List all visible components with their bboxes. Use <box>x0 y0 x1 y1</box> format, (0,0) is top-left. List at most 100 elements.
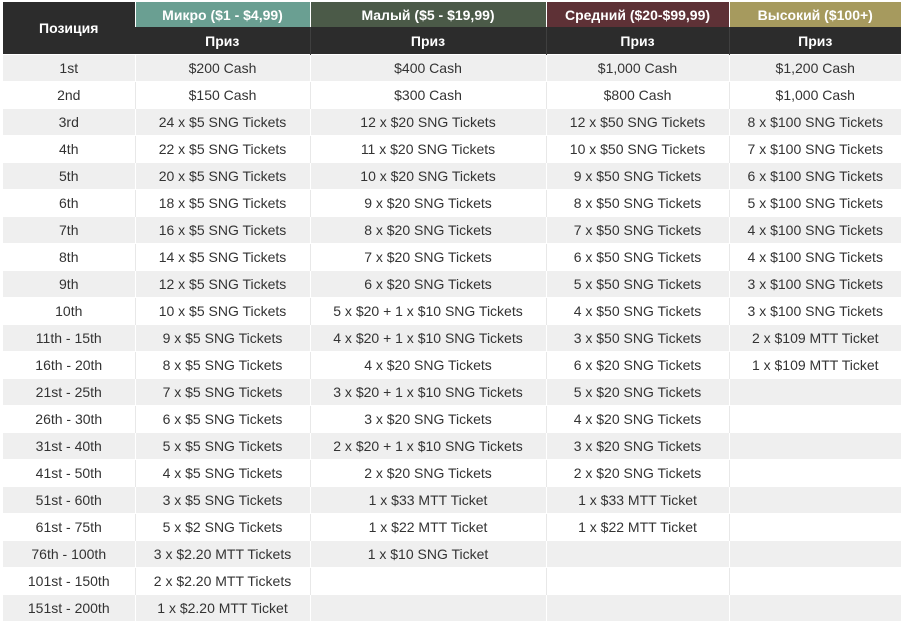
micro-prize-cell: 10 x $5 SNG Tickets <box>134 297 310 325</box>
small-prize-cell: 3 x $20 + 1 x $10 SNG Tickets <box>309 378 546 406</box>
high-prize-cell <box>728 540 901 568</box>
small-prize-cell: 4 x $20 SNG Tickets <box>309 351 546 379</box>
medium-prize-cell: 3 x $50 SNG Tickets <box>545 324 729 352</box>
high-prize-cell <box>728 567 901 595</box>
position-cell: 6th <box>3 189 135 217</box>
prize-subheader: Приз <box>309 27 546 55</box>
table-row: 2nd $150 Cash $300 Cash $800 Cash $1,000 Cas… <box>3 81 901 109</box>
high-prize-cell <box>728 459 901 487</box>
medium-prize-cell: $800 Cash <box>545 81 729 109</box>
table-row: 1st $200 Cash $400 Cash $1,000 Cash $1,200 C… <box>3 54 901 82</box>
high-prize-cell <box>728 378 901 406</box>
micro-prize-cell: 6 x $5 SNG Tickets <box>134 405 310 433</box>
position-column-header: Позиция <box>3 2 135 55</box>
high-prize-cell: 4 x $100 SNG Tickets <box>728 243 901 271</box>
small-prize-cell: 2 x $20 + 1 x $10 SNG Tickets <box>309 432 546 460</box>
medium-prize-cell: $1,000 Cash <box>545 54 729 82</box>
position-cell: 5th <box>3 162 135 190</box>
medium-prize-cell: 3 x $20 SNG Tickets <box>545 432 729 460</box>
medium-prize-cell: 10 x $50 SNG Tickets <box>545 135 729 163</box>
high-prize-cell: 7 x $100 SNG Tickets <box>728 135 901 163</box>
table-row: 26th - 30th 6 x $5 SNG Tickets 3 x $20 SNG… <box>3 405 901 433</box>
position-cell: 3rd <box>3 108 135 136</box>
medium-prize-cell: 1 x $22 MTT Ticket <box>545 513 729 541</box>
micro-prize-cell: 22 x $5 SNG Tickets <box>134 135 310 163</box>
position-cell: 61st - 75th <box>3 513 135 541</box>
micro-prize-cell: 12 x $5 SNG Tickets <box>134 270 310 298</box>
medium-prize-cell: 7 x $50 SNG Tickets <box>545 216 729 244</box>
table-row: 3rd 24 x $5 SNG Tickets 12 x $20 SNG Ticke… <box>3 108 901 136</box>
medium-prize-cell <box>545 567 729 595</box>
prize-table: Позиция Микро ($1 - $4,99) Малый ($5 - $… <box>3 2 901 621</box>
small-prize-cell: 6 x $20 SNG Tickets <box>309 270 546 298</box>
medium-prize-cell: 1 x $33 MTT Ticket <box>545 486 729 514</box>
position-cell: 51st - 60th <box>3 486 135 514</box>
micro-prize-cell: 1 x $2.20 MTT Ticket <box>134 594 310 621</box>
micro-prize-cell: 9 x $5 SNG Tickets <box>134 324 310 352</box>
small-prize-cell <box>309 594 546 621</box>
medium-prize-cell: 5 x $20 SNG Tickets <box>545 378 729 406</box>
medium-prize-cell: 5 x $50 SNG Tickets <box>545 270 729 298</box>
table-row: 7th 16 x $5 SNG Tickets 8 x $20 SNG Ticket… <box>3 216 901 244</box>
small-prize-cell: 8 x $20 SNG Tickets <box>309 216 546 244</box>
small-prize-cell: 1 x $10 SNG Ticket <box>309 540 546 568</box>
micro-prize-cell: 8 x $5 SNG Tickets <box>134 351 310 379</box>
medium-prize-cell <box>545 540 729 568</box>
micro-prize-cell: 5 x $2 SNG Tickets <box>134 513 310 541</box>
micro-prize-cell: 14 x $5 SNG Tickets <box>134 243 310 271</box>
position-cell: 16th - 20th <box>3 351 135 379</box>
high-prize-cell <box>728 486 901 514</box>
micro-prize-cell: 18 x $5 SNG Tickets <box>134 189 310 217</box>
table-row: 8th 14 x $5 SNG Tickets 7 x $20 SNG Ticket… <box>3 243 901 271</box>
small-prize-cell: 4 x $20 + 1 x $10 SNG Tickets <box>309 324 546 352</box>
prize-subheader-row: Приз Приз Приз Приз <box>3 27 901 55</box>
medium-prize-cell <box>545 594 729 621</box>
high-prize-cell <box>728 432 901 460</box>
table-row: 11th - 15th 9 x $5 SNG Tickets 4 x $20 + 1… <box>3 324 901 352</box>
table-row: 5th 20 x $5 SNG Tickets 10 x $20 SNG Ticke… <box>3 162 901 190</box>
position-cell: 2nd <box>3 81 135 109</box>
table-row: 101st - 150th 2 x $2.20 MTT Tickets <box>3 567 901 595</box>
micro-prize-cell: 2 x $2.20 MTT Tickets <box>134 567 310 595</box>
position-cell: 31st - 40th <box>3 432 135 460</box>
micro-prize-cell: 7 x $5 SNG Tickets <box>134 378 310 406</box>
position-cell: 7th <box>3 216 135 244</box>
small-prize-cell: 7 x $20 SNG Tickets <box>309 243 546 271</box>
high-prize-cell <box>728 513 901 541</box>
high-prize-cell: 3 x $100 SNG Tickets <box>728 297 901 325</box>
table-row: 76th - 100th 3 x $2.20 MTT Tickets 1 x $10… <box>3 540 901 568</box>
small-prize-cell: 3 x $20 SNG Tickets <box>309 405 546 433</box>
small-prize-cell: 11 x $20 SNG Tickets <box>309 135 546 163</box>
medium-prize-cell: 9 x $50 SNG Tickets <box>545 162 729 190</box>
table-row: 31st - 40th 5 x $5 SNG Tickets 2 x $20 + 1… <box>3 432 901 460</box>
position-cell: 41st - 50th <box>3 459 135 487</box>
high-prize-cell: 5 x $100 SNG Tickets <box>728 189 901 217</box>
micro-prize-cell: 4 x $5 SNG Tickets <box>134 459 310 487</box>
small-prize-cell: 1 x $22 MTT Ticket <box>309 513 546 541</box>
prize-table-head: Позиция Микро ($1 - $4,99) Малый ($5 - $… <box>3 2 901 55</box>
high-prize-cell: 8 x $100 SNG Tickets <box>728 108 901 136</box>
micro-prize-cell: 20 x $5 SNG Tickets <box>134 162 310 190</box>
medium-prize-cell: 6 x $50 SNG Tickets <box>545 243 729 271</box>
prize-subheader: Приз <box>135 27 310 55</box>
table-row: 4th 22 x $5 SNG Tickets 11 x $20 SNG Ticke… <box>3 135 901 163</box>
high-prize-cell: $1,000 Cash <box>728 81 901 109</box>
table-row: 41st - 50th 4 x $5 SNG Tickets 2 x $20 SNG… <box>3 459 901 487</box>
table-row: 16th - 20th 8 x $5 SNG Tickets 4 x $20 SNG… <box>3 351 901 379</box>
small-prize-cell: 12 x $20 SNG Tickets <box>309 108 546 136</box>
small-prize-cell: 5 x $20 + 1 x $10 SNG Tickets <box>309 297 546 325</box>
high-prize-cell: $1,200 Cash <box>728 54 901 82</box>
micro-prize-cell: $200 Cash <box>134 54 310 82</box>
micro-prize-cell: 3 x $2.20 MTT Tickets <box>134 540 310 568</box>
small-prize-cell <box>309 567 546 595</box>
position-cell: 101st - 150th <box>3 567 135 595</box>
medium-prize-cell: 4 x $50 SNG Tickets <box>545 297 729 325</box>
medium-prize-cell: 4 x $20 SNG Tickets <box>545 405 729 433</box>
position-cell: 9th <box>3 270 135 298</box>
prize-table-body: 1st $200 Cash $400 Cash $1,000 Cash $1,200 C… <box>3 54 901 621</box>
micro-prize-cell: 5 x $5 SNG Tickets <box>134 432 310 460</box>
high-prize-cell <box>728 405 901 433</box>
high-prize-cell <box>728 594 901 621</box>
tier-header-row: Позиция Микро ($1 - $4,99) Малый ($5 - $… <box>3 2 901 55</box>
small-prize-cell: $300 Cash <box>309 81 546 109</box>
